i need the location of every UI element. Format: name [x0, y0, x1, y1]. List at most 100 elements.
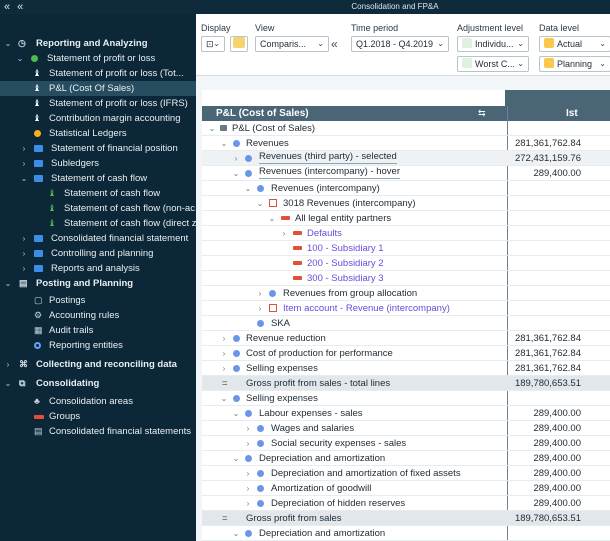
- table-row[interactable]: ⌄ Selling expenses: [202, 391, 610, 406]
- sidebar-item-cash-flow[interactable]: ⌄ Statement of cash flow: [0, 171, 196, 186]
- account-dot-icon: [245, 410, 252, 417]
- sidebar-item-reports-analysis[interactable]: › Reports and analysis: [0, 261, 196, 276]
- view-value: Comparis...: [260, 39, 307, 49]
- chevron-right-icon[interactable]: ›: [20, 156, 28, 171]
- sidebar-item-consolidated-statement[interactable]: › Consolidated financial statement: [0, 231, 196, 246]
- chevron-right-icon[interactable]: ›: [4, 357, 12, 372]
- table-row[interactable]: ⌄ Revenues (intercompany) - hover 289,40…: [202, 166, 610, 181]
- row-label: Social security expenses - sales: [271, 438, 407, 449]
- chevron-down-icon[interactable]: ⌄: [4, 36, 12, 51]
- chevron-down-icon[interactable]: ⌄: [20, 171, 28, 186]
- sidebar-item-groups[interactable]: Groups: [0, 409, 196, 424]
- table-row[interactable]: ⌄ Labour expenses - sales 289,400.00: [202, 406, 610, 421]
- view-select[interactable]: Comparis... ⌄: [255, 36, 329, 52]
- table-row[interactable]: › Revenue reduction 281,361,762.84: [202, 331, 610, 346]
- entity-icon: ♝: [48, 218, 57, 228]
- sidebar-item-pl-ifrs[interactable]: ♝ Statement of profit or loss (IFRS): [0, 96, 196, 111]
- sidebar-section-consolidating[interactable]: ⌄ ⧉ Consolidating: [0, 376, 196, 391]
- table-row[interactable]: › Social security expenses - sales 289,4…: [202, 436, 610, 451]
- adjustment-value: Worst C...: [475, 59, 515, 69]
- table-row[interactable]: SKA: [202, 316, 610, 331]
- sidebar-item-financial-position[interactable]: › Statement of financial position: [0, 141, 196, 156]
- sidebar-item-contribution-margin[interactable]: ♝ Contribution margin accounting: [0, 111, 196, 126]
- row-value: 289,400.00: [533, 468, 581, 479]
- chevron-right-icon[interactable]: ›: [20, 246, 28, 261]
- table-row-total[interactable]: = Gross profit from sales 189,780,653.51: [202, 511, 610, 526]
- display-select[interactable]: ⊡ ⌄: [201, 36, 225, 52]
- table-row[interactable]: ⌄ 3018 Revenues (intercompany): [202, 196, 610, 211]
- time-period-value: Q1.2018 - Q4.2019: [356, 39, 434, 49]
- sidebar-item-label: Consolidated financial statement: [51, 233, 189, 244]
- chevron-right-icon[interactable]: ›: [20, 141, 28, 156]
- adjustment-level-select-2[interactable]: Worst C... ⌄: [457, 56, 529, 72]
- table-row[interactable]: ⌄ Revenues (intercompany): [202, 181, 610, 196]
- table-row[interactable]: ⌄ P&L (Cost of Sales): [202, 121, 610, 136]
- sidebar-item-cash-flow-3[interactable]: ♝ Statement of cash flow (direct z: [0, 216, 196, 231]
- sidebar-item-subledgers[interactable]: › Subledgers: [0, 156, 196, 171]
- table-row[interactable]: › Defaults: [202, 226, 610, 241]
- table-row[interactable]: ⌄ Depreciation and amortization: [202, 526, 610, 541]
- sidebar-item-accounting-rules[interactable]: ⚙ Accounting rules: [0, 308, 196, 323]
- data-level-select-2[interactable]: Planning ⌄: [539, 56, 610, 72]
- adjustment-level-select-1[interactable]: Individu... ⌄: [457, 36, 529, 52]
- sidebar-item-cash-flow-2[interactable]: ♝ Statement of cash flow (non-ac...: [0, 201, 196, 216]
- chevron-down-icon[interactable]: ⌄: [16, 51, 24, 66]
- table-row[interactable]: › Amortization of goodwill 289,400.00: [202, 481, 610, 496]
- table-row[interactable]: › Depreciation and amortization of fixed…: [202, 466, 610, 481]
- green-dot-icon: [31, 55, 38, 62]
- sidebar-item-pl-cost-of-sales[interactable]: ♝ P&L (Cost Of Sales): [0, 81, 196, 96]
- table-row[interactable]: 100 - Subsidiary 1: [202, 241, 610, 256]
- sidebar-item-label: Statement of financial position: [51, 143, 178, 154]
- entity-icon: ♝: [33, 98, 42, 108]
- sidebar-item-cash-flow-1[interactable]: ♝ Statement of cash flow: [0, 186, 196, 201]
- sidebar-item-label: Reports and analysis: [51, 263, 140, 274]
- table-row[interactable]: ⌄ All legal entity partners: [202, 211, 610, 226]
- sidebar-item-consolidation-areas[interactable]: ♣ Consolidation areas: [0, 394, 196, 409]
- table-row[interactable]: › Item account - Revenue (intercompany): [202, 301, 610, 316]
- sidebar-item-postings[interactable]: ▢ Postings: [0, 293, 196, 308]
- entity-icon: ♝: [33, 113, 42, 123]
- account-dot-icon: [257, 440, 264, 447]
- chevron-down-icon[interactable]: ⌄: [4, 276, 12, 291]
- table-row-total[interactable]: = Gross profit from sales - total lines …: [202, 376, 610, 391]
- audit-icon: ▦: [34, 325, 43, 335]
- account-column-header[interactable]: P&L (Cost of Sales): [216, 106, 309, 121]
- row-value: 272,431,159.76: [514, 153, 581, 164]
- row-label: Selling expenses: [246, 393, 318, 404]
- sidebar-section-reporting[interactable]: ⌄ ◷ Reporting and Analyzing: [0, 36, 196, 51]
- sidebar-item-audit-trails[interactable]: ▦ Audit trails: [0, 323, 196, 338]
- table-row[interactable]: 300 - Subsidiary 3: [202, 271, 610, 286]
- hierarchy-toggle[interactable]: [230, 36, 248, 52]
- table-row[interactable]: 200 - Subsidiary 2: [202, 256, 610, 271]
- table-row[interactable]: › Revenues from group allocation: [202, 286, 610, 301]
- sidebar-item-consolidated-fs[interactable]: ▤ Consolidated financial statements: [0, 424, 196, 439]
- sidebar-item-controlling[interactable]: › Controlling and planning: [0, 246, 196, 261]
- adjustment-value: Individu...: [475, 39, 514, 49]
- sidebar-item-statement-profit-loss[interactable]: ⌄ Statement of profit or loss: [0, 51, 196, 66]
- chevron-right-icon[interactable]: ›: [20, 231, 28, 246]
- table-row[interactable]: › Cost of production for performance 281…: [202, 346, 610, 361]
- row-value: 289,400.00: [533, 483, 581, 494]
- ist-column-header[interactable]: Ist: [566, 106, 578, 121]
- table-row[interactable]: › Selling expenses 281,361,762.84: [202, 361, 610, 376]
- table-row[interactable]: › Revenues (third party) - selected 272,…: [202, 151, 610, 166]
- sidebar-section-collecting[interactable]: › ⌘ Collecting and reconciling data: [0, 357, 196, 372]
- sidebar-item-reporting-entities[interactable]: Reporting entities: [0, 338, 196, 353]
- sidebar-item-statistical-ledgers[interactable]: Statistical Ledgers: [0, 126, 196, 141]
- layers-icon: ⧉: [19, 378, 26, 388]
- sidebar-item-label: Posting and Planning: [36, 278, 134, 289]
- table-row[interactable]: ⌄ Depreciation and amortization 289,400.…: [202, 451, 610, 466]
- sort-icon[interactable]: ⇆: [478, 106, 486, 121]
- row-label: Defaults: [307, 228, 342, 239]
- sidebar-section-posting[interactable]: ⌄ ▤ Posting and Planning: [0, 276, 196, 291]
- table-row[interactable]: › Depreciation of hidden reserves 289,40…: [202, 496, 610, 511]
- data-level-select-1[interactable]: Actual ⌄: [539, 36, 610, 52]
- table-row[interactable]: › Wages and salaries 289,400.00: [202, 421, 610, 436]
- partner-icon: [293, 261, 302, 265]
- chevron-right-icon[interactable]: ›: [20, 261, 28, 276]
- table-row[interactable]: ⌄ Revenues 281,361,762.84: [202, 136, 610, 151]
- collapse-filters-button[interactable]: «: [331, 37, 338, 51]
- time-period-select[interactable]: Q1.2018 - Q4.2019 ⌄: [351, 36, 449, 52]
- chevron-down-icon[interactable]: ⌄: [4, 376, 12, 391]
- sidebar-item-pl-total[interactable]: ♝ Statement of profit or loss (Tot...: [0, 66, 196, 81]
